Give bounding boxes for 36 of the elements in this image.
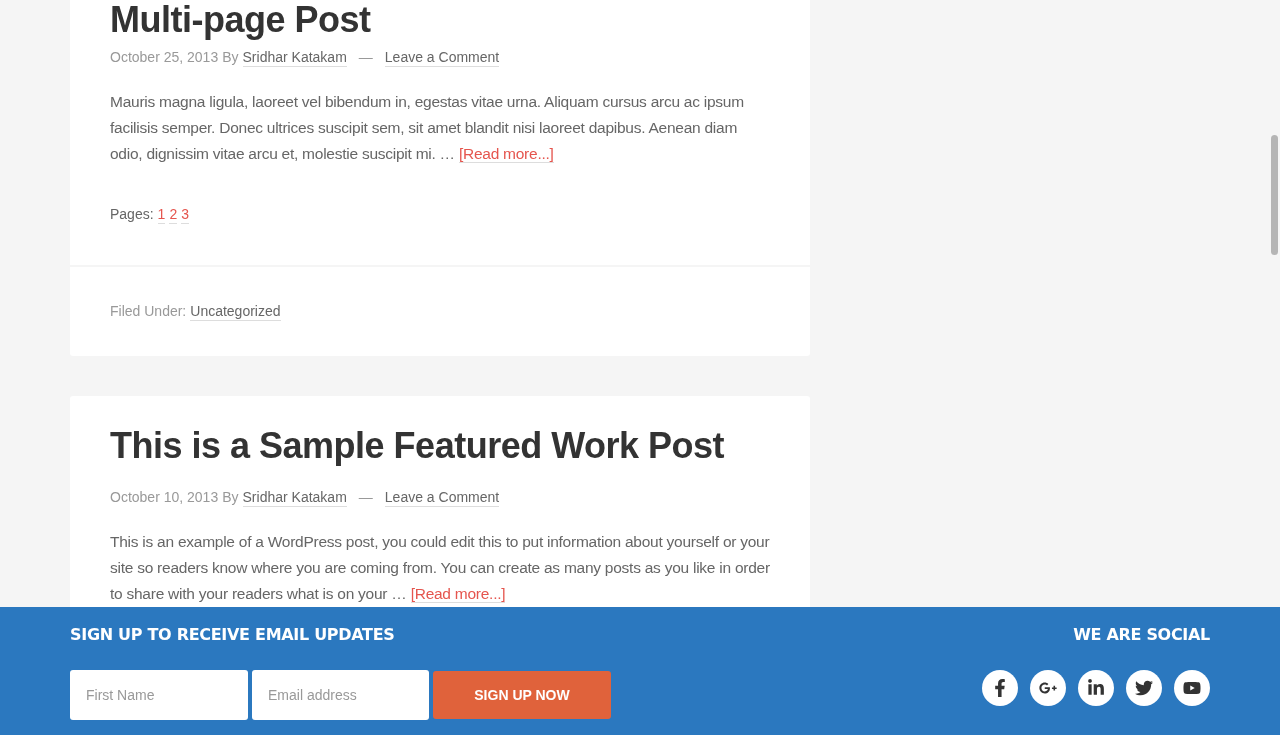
signup-heading: SIGN UP TO RECEIVE EMAIL UPDATES xyxy=(70,624,396,646)
category-link[interactable]: Uncategorized xyxy=(190,302,281,321)
post-date: October 25, 2013 xyxy=(110,48,219,67)
bird-icon xyxy=(1135,679,1153,697)
social-link[interactable] xyxy=(1030,670,1066,706)
email-field[interactable]: Email address xyxy=(252,670,429,720)
post-excerpt: Mauris magna ligula, laoreet vel bibendum in, egestas vitae urna. Aliquam cursus arcu ac ipsum facilisis semper. Donec ultrices suscipit sem, sit amet blandit nisi laoreet dapibus. Aenean diam odio, dignissim vitae arcu et, molestie suscipit mi. … [Read more...] xyxy=(110,92,745,165)
linkedin-icon xyxy=(1087,679,1105,697)
post-title[interactable]: Multi-page Post xyxy=(110,0,770,42)
social-link[interactable] xyxy=(1174,670,1210,706)
post-title[interactable]: This is a Sample Featured Work Post xyxy=(110,424,724,468)
read-more-link[interactable]: [Read more...] xyxy=(458,145,554,163)
social-heading: WE ARE SOCIAL xyxy=(1073,624,1210,646)
pages-label: Pages: xyxy=(110,205,154,224)
scrollbar-thumb[interactable] xyxy=(1271,135,1278,255)
comments-link[interactable]: Leave a Comment xyxy=(384,488,500,507)
read-more-link[interactable]: [Read more...] xyxy=(410,585,506,603)
byline-label: By xyxy=(222,488,239,507)
page-link[interactable]: 3 xyxy=(181,205,189,224)
social-link[interactable] xyxy=(982,670,1018,706)
comments-link[interactable]: Leave a Comment xyxy=(384,48,500,67)
author-link[interactable]: Sridhar Katakam xyxy=(242,488,347,507)
first-name-field[interactable]: First Name xyxy=(70,670,248,720)
filed-under-label: Filed Under: xyxy=(110,302,187,321)
page-link[interactable]: 1 xyxy=(157,205,166,224)
social-link[interactable] xyxy=(1078,670,1114,706)
meta-separator: — xyxy=(358,488,373,507)
post-excerpt: This is an example of a WordPress post, you could edit this to put information about yourself or your site so readers know where you are coming from. You can create as many posts as you like in order to share with your readers what is on your … [Read more...] xyxy=(110,532,770,605)
author-link[interactable]: Sridhar Katakam xyxy=(242,48,347,67)
page-link[interactable]: 2 xyxy=(169,205,178,224)
social-link[interactable] xyxy=(1126,670,1162,706)
byline-label: By xyxy=(222,48,239,67)
post-date: October 10, 2013 xyxy=(110,488,219,507)
sign-up-button[interactable]: SIGN UP NOW xyxy=(433,671,611,719)
meta-separator: — xyxy=(358,48,373,67)
youtube-icon xyxy=(1183,679,1201,697)
